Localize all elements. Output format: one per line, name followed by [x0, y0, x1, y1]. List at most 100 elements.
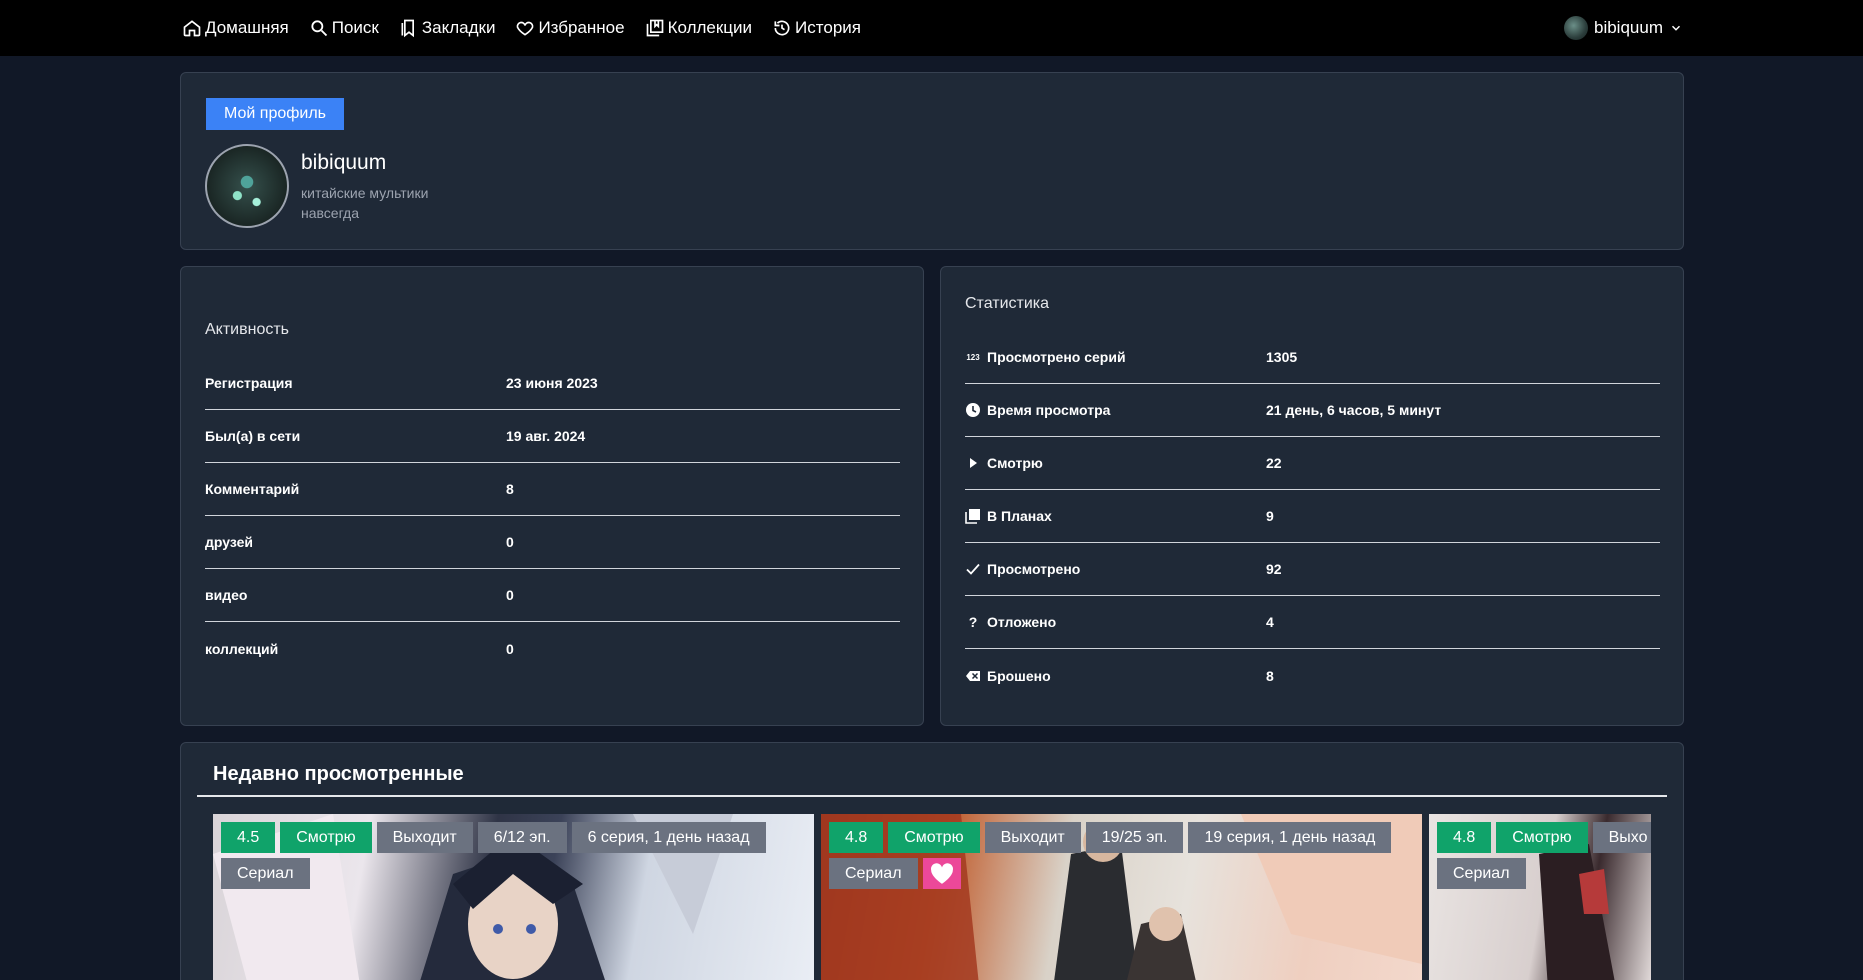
badge-row-2: Сериал: [829, 858, 961, 889]
row-value: 0: [506, 587, 514, 603]
activity-title: Активность: [205, 321, 290, 338]
row-label: В Планах: [987, 508, 1052, 524]
row-value: 21 день, 6 часов, 5 минут: [1266, 402, 1442, 418]
row-value: 8: [1266, 667, 1274, 684]
status-badge: Смотрю: [1496, 822, 1588, 853]
row-value: 0: [506, 534, 514, 550]
activity-rows: Регистрация 23 июня 2023 Был(а) в сети 1…: [205, 357, 900, 675]
row-label: видео: [205, 587, 248, 603]
row-label-wrap: Время просмотра: [965, 402, 1266, 418]
favorite-badge[interactable]: [922, 858, 961, 889]
nav-favorites-label: Избранное: [538, 18, 625, 37]
row-label-wrap: 123 Просмотрено серий: [965, 349, 1266, 365]
type-badge: Сериал: [829, 858, 918, 889]
type-badge: Сериал: [1437, 858, 1526, 889]
nav-home[interactable]: Домашняя: [182, 18, 289, 38]
stat-row-completed: Просмотрено 92: [965, 543, 1660, 596]
last-watched-badge: 19 серия, 1 день назад: [1188, 822, 1392, 853]
row-label: Просмотрено: [987, 561, 1081, 577]
row-label-wrap: В Планах: [965, 508, 1266, 524]
episodes-badge: 19/25 эп.: [1085, 822, 1184, 853]
play-icon: [970, 458, 977, 468]
nav-bookmarks-label: Закладки: [421, 18, 496, 37]
recent-item-3[interactable]: 4.8 Смотрю Выхо Сериал: [1429, 814, 1651, 980]
recent-item-1[interactable]: 4.5 Смотрю Выходит 6/12 эп. 6 серия, 1 д…: [213, 814, 814, 980]
search-icon: [311, 20, 327, 37]
badge-row: 4.8 Смотрю Выхо: [1437, 822, 1651, 853]
user-menu[interactable]: bibiquum: [1564, 0, 1683, 56]
status-badge: Смотрю: [888, 822, 980, 853]
stat-row-postponed: ? Отложено 4: [965, 596, 1660, 649]
recent-carousel: 4.5 Смотрю Выходит 6/12 эп. 6 серия, 1 д…: [213, 814, 1651, 980]
row-value: 8: [506, 481, 514, 497]
activity-row-videos: видео 0: [205, 569, 900, 622]
dropped-icon: [966, 670, 980, 681]
row-label: Смотрю: [987, 455, 1043, 471]
nav-bookmarks[interactable]: Закладки: [399, 18, 496, 38]
row-label-wrap: Просмотрено: [965, 561, 1266, 577]
divider: [197, 795, 1667, 797]
heart-filled-icon: [930, 862, 953, 884]
plans-icon: [965, 509, 980, 524]
nav-history[interactable]: История: [772, 18, 861, 38]
row-label: Регистрация: [205, 375, 293, 391]
profile-card: Мой профиль bibiquum китайские мультики …: [180, 72, 1684, 250]
activity-row-comments: Комментарий 8: [205, 463, 900, 516]
airing-badge: Выходит: [376, 822, 473, 853]
badge-row-2: Сериал: [221, 858, 310, 889]
row-value: 19 авг. 2024: [506, 428, 586, 444]
question-icon: ?: [968, 614, 978, 630]
activity-row-last-seen: Был(а) в сети 19 авг. 2024: [205, 410, 900, 463]
profile-avatar: [205, 144, 289, 228]
nav-favorites[interactable]: Избранное: [515, 18, 625, 38]
check-icon: [966, 563, 980, 575]
nav-links: Домашняя Поиск Закладки Избранное Коллек…: [182, 0, 861, 56]
stat-row-watching: Смотрю 22: [965, 437, 1660, 490]
airing-badge: Выходит: [984, 822, 1081, 853]
numbers-icon: 123: [966, 352, 980, 362]
nav-home-label: Домашняя: [205, 18, 289, 37]
row-label-wrap: Смотрю: [965, 455, 1266, 471]
row-label: Время просмотра: [987, 402, 1111, 418]
row-value: 22: [1266, 455, 1282, 471]
stat-row-watch-time: Время просмотра 21 день, 6 часов, 5 мину…: [965, 384, 1660, 437]
row-value: 92: [1266, 561, 1282, 577]
episodes-badge: 6/12 эп.: [477, 822, 567, 853]
badge-row: 4.5 Смотрю Выходит 6/12 эп. 6 серия, 1 д…: [221, 822, 766, 853]
airing-badge: Выхо: [1592, 822, 1651, 853]
row-value: 1305: [1266, 349, 1298, 365]
type-badge: Сериал: [221, 858, 310, 889]
recently-watched-title: Недавно просмотренные: [213, 763, 464, 785]
row-value: 0: [506, 640, 514, 657]
nav-search[interactable]: Поиск: [309, 18, 379, 38]
nav-collections-label: Коллекции: [667, 18, 753, 37]
my-profile-tab[interactable]: Мой профиль: [206, 98, 344, 130]
profile-name: bibiquum: [301, 151, 387, 174]
stat-row-plans: В Планах 9: [965, 490, 1660, 543]
activity-row-collections: коллекций 0: [205, 622, 900, 675]
nav-search-label: Поиск: [331, 18, 379, 37]
row-label-wrap: ? Отложено: [965, 614, 1266, 630]
row-value: 4: [1266, 614, 1274, 630]
recent-item-2[interactable]: 4.8 Смотрю Выходит 19/25 эп. 19 серия, 1…: [821, 814, 1422, 980]
profile-bio: китайские мультики навсегда: [301, 185, 429, 221]
chevron-down-icon: [1671, 25, 1681, 31]
top-navbar: Домашняя Поиск Закладки Избранное Коллек…: [0, 0, 1863, 56]
activity-row-friends: друзей 0: [205, 516, 900, 569]
user-menu-name: bibiquum: [1594, 18, 1663, 37]
row-value: 23 июня 2023: [506, 375, 598, 391]
nav-collections[interactable]: Коллекции: [645, 18, 752, 38]
rating-badge: 4.8: [829, 822, 884, 853]
row-label: Был(а) в сети: [205, 428, 301, 444]
history-icon: [774, 20, 790, 36]
nav-history-label: История: [795, 18, 861, 37]
badge-row: 4.8 Смотрю Выходит 19/25 эп. 19 серия, 1…: [829, 822, 1392, 853]
clock-icon: [966, 403, 980, 417]
collection-icon: [646, 19, 663, 37]
row-label: Отложено: [987, 614, 1057, 630]
recently-watched-card: Недавно просмотренные 4.5 Смотрю Выходит…: [180, 742, 1684, 980]
bookmark-icon: [401, 19, 414, 38]
row-label: Брошено: [987, 667, 1051, 684]
row-value: 9: [1266, 508, 1274, 524]
statistics-card: Статистика 123 Просмотрено серий 1305 Вр…: [940, 266, 1684, 726]
